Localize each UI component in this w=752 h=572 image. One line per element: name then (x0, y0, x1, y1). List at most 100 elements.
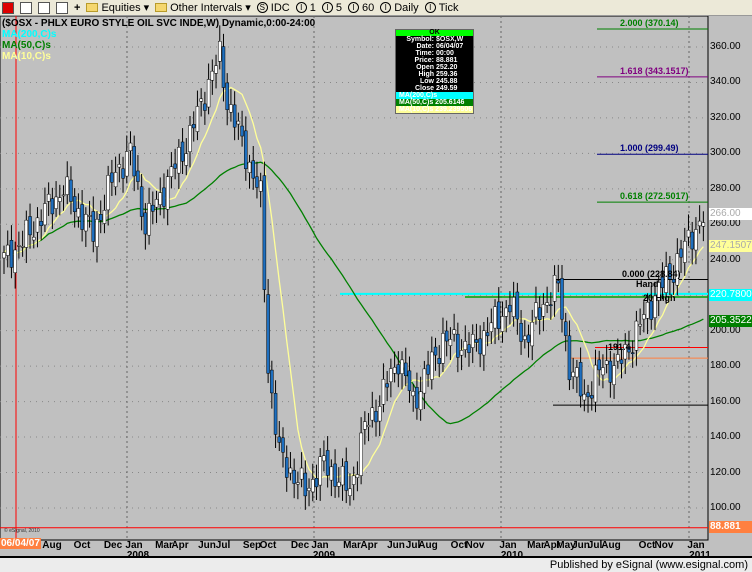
interval-label: 1 (309, 1, 316, 14)
interval-label: Daily (394, 1, 419, 14)
info-value: 245.88 (436, 78, 458, 85)
candle-body (270, 369, 274, 394)
candle-body (671, 279, 676, 283)
candle-body (697, 220, 702, 227)
info-key: Time: (415, 50, 434, 57)
info-key: Open (416, 64, 434, 71)
candle-body (563, 321, 568, 336)
plot-area (0, 16, 709, 541)
candle-body (690, 231, 694, 250)
candle-body (236, 120, 241, 125)
interval-daily-button[interactable]: I Daily (380, 1, 419, 14)
interval-1-button[interactable]: I1 (295, 1, 316, 14)
candle-body (296, 482, 300, 485)
candle-body (430, 351, 434, 380)
candle-body (485, 332, 490, 337)
candle-body (508, 304, 512, 313)
candle-body (482, 330, 486, 356)
candle-body (575, 367, 579, 378)
candle-body (478, 338, 482, 355)
candle-body (701, 222, 706, 227)
other-intervals-dropdown[interactable]: Other Intervals ▾ (155, 1, 251, 14)
interval-tick-button[interactable]: I Tick (424, 1, 459, 14)
candle-body (549, 304, 553, 307)
x-tick-label: Oct (73, 540, 91, 551)
candle-body (303, 472, 308, 497)
candle-body (422, 368, 427, 394)
s-icon: S (256, 2, 268, 13)
candle-body (143, 212, 148, 235)
candle-body (634, 320, 639, 351)
candle-body (17, 245, 21, 247)
candle-body (567, 335, 572, 381)
info-value: 88.881 (436, 57, 458, 64)
candle-body (433, 346, 438, 356)
candle-body (694, 229, 698, 251)
candle-body (32, 236, 36, 241)
info-key: Close (414, 85, 434, 92)
candle-body (195, 106, 200, 132)
properties-icon[interactable] (56, 1, 68, 14)
info-row: High 259.36 (396, 71, 473, 78)
candle-body (590, 395, 594, 399)
candle-body (232, 104, 237, 128)
info-key: Low (420, 78, 434, 85)
y-tick-label: 100.00 (710, 501, 741, 513)
candle-body (437, 358, 441, 364)
candle-body (318, 456, 322, 486)
interval-5-button[interactable]: I5 (321, 2, 342, 14)
candle-body (463, 341, 468, 350)
fib-label: 0.000 (228.84) (622, 268, 681, 279)
candle-body (645, 301, 650, 319)
candle-body (46, 193, 51, 202)
candle-body (396, 364, 401, 375)
copy-icon[interactable] (20, 1, 32, 14)
candle-body (218, 41, 222, 62)
candle-body (363, 421, 367, 430)
candle-body (370, 407, 375, 421)
candle-body (642, 314, 646, 320)
i-icon: I (321, 2, 333, 13)
candle-body (541, 304, 546, 317)
candle-body (686, 229, 691, 238)
candle-body (493, 306, 497, 329)
candle-body (497, 301, 501, 329)
candle-body (329, 466, 334, 481)
mid-annotation: 191.4 (608, 342, 631, 352)
chart-icon[interactable] (2, 1, 14, 14)
candle-body (61, 194, 66, 197)
candle-body (255, 176, 259, 188)
candle-body (314, 478, 319, 488)
candle-body (24, 219, 29, 248)
interval-60-button[interactable]: I 60 (347, 1, 375, 14)
candle-body (277, 436, 282, 443)
candle-body (281, 437, 285, 453)
candle-body (630, 352, 635, 354)
candle-body (325, 450, 330, 476)
candle-body (247, 161, 252, 174)
x-tick-label: Aug (601, 540, 621, 551)
candle-body (240, 125, 244, 137)
paste-icon[interactable] (38, 1, 50, 14)
info-row: Date: 06/04/07 (396, 43, 473, 50)
candle-body (515, 291, 520, 320)
interval-label: 60 (361, 1, 375, 14)
candle-body (132, 146, 136, 177)
add-icon[interactable]: + (74, 2, 80, 14)
candle-body (180, 141, 185, 162)
legend-ma200: MA(200,C)s (2, 29, 57, 40)
candle-body (359, 432, 363, 476)
idc-button[interactable]: S IDC (256, 2, 290, 14)
info-row: Time: 00:00 (396, 50, 473, 57)
x-tick-label: Dec (290, 540, 310, 551)
info-row: Close 249.59 (396, 85, 473, 92)
interval-label: Tick (438, 1, 459, 14)
info-row: Symbol: $OSX,W (396, 36, 473, 43)
candle-body (534, 302, 538, 318)
candle-body (351, 475, 356, 485)
equities-dropdown[interactable]: Equities ▾ (86, 1, 149, 14)
candle-body (229, 104, 233, 113)
candle-body (251, 160, 255, 179)
candle-body (519, 323, 523, 342)
candle-body (177, 147, 181, 174)
